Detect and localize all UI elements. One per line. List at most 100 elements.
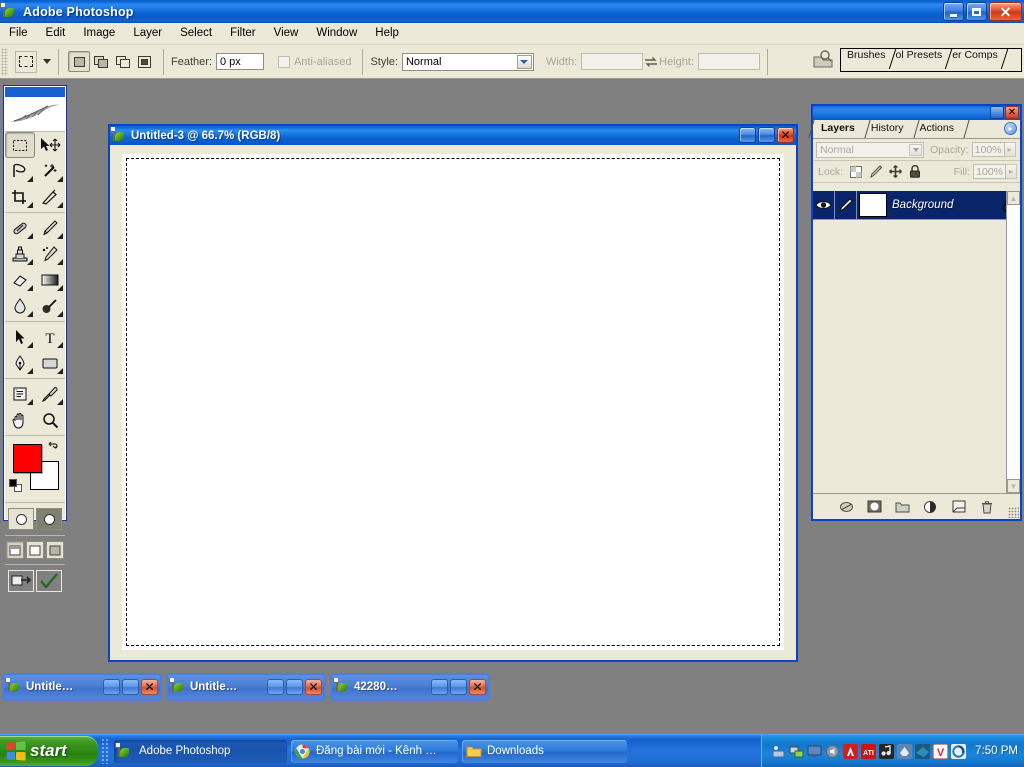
- foreground-color-swatch[interactable]: [13, 444, 42, 473]
- document-close-button[interactable]: ✕: [777, 127, 794, 143]
- menu-filter[interactable]: Filter: [221, 25, 265, 42]
- type-tool[interactable]: T: [35, 324, 65, 350]
- eyedropper-tool[interactable]: [35, 381, 65, 407]
- new-layer-button[interactable]: [950, 498, 967, 515]
- close-button[interactable]: ✕: [989, 2, 1022, 21]
- idm-icon[interactable]: [950, 743, 966, 759]
- feather-input[interactable]: 0 px: [215, 53, 264, 70]
- maximize-button[interactable]: [450, 679, 467, 695]
- new-adjustment-layer-button[interactable]: [922, 498, 939, 515]
- document-minimize-button[interactable]: [739, 127, 756, 143]
- scroll-up-button[interactable]: ▲: [1007, 191, 1020, 205]
- opacity-value[interactable]: 100%: [971, 142, 1005, 157]
- well-tab-layer-comps[interactable]: er Comps: [946, 49, 1002, 71]
- v-app-icon[interactable]: V: [932, 743, 948, 759]
- lock-image-pixels-icon[interactable]: [869, 165, 883, 178]
- add-to-selection-button[interactable]: [90, 51, 112, 72]
- style-select[interactable]: Normal: [401, 52, 534, 71]
- full-screen-mode-button[interactable]: [46, 541, 64, 559]
- toolbox-drag-grip[interactable]: [5, 87, 65, 97]
- palette-resize-grip[interactable]: [1008, 507, 1019, 518]
- hand-tool[interactable]: [5, 407, 35, 433]
- lock-position-icon[interactable]: [889, 165, 903, 178]
- check-button[interactable]: [36, 570, 62, 592]
- rectangle-shape-tool[interactable]: [35, 350, 65, 376]
- taskbar-button-chrome[interactable]: Đăng bài mới - Kênh …: [291, 739, 458, 763]
- full-screen-with-menubar-button[interactable]: [26, 541, 44, 559]
- restore-button[interactable]: [103, 679, 120, 695]
- network-icon[interactable]: [788, 743, 804, 759]
- maximize-button[interactable]: [122, 679, 139, 695]
- media-player-icon[interactable]: [878, 743, 894, 759]
- palette-well[interactable]: Brushes ol Presets er Comps: [840, 48, 1022, 72]
- swap-width-height-icon[interactable]: [643, 54, 659, 70]
- delete-layer-button[interactable]: [978, 498, 995, 515]
- close-button[interactable]: ✕: [305, 679, 322, 695]
- height-input[interactable]: [698, 53, 761, 70]
- tab-actions[interactable]: Actions: [912, 120, 962, 138]
- menu-select[interactable]: Select: [171, 25, 221, 42]
- close-button[interactable]: ✕: [141, 679, 158, 695]
- restore-button[interactable]: [966, 2, 987, 21]
- history-brush-tool[interactable]: [35, 241, 65, 267]
- layer-name[interactable]: Background: [892, 199, 1002, 211]
- avast-antivirus-icon[interactable]: [842, 743, 858, 759]
- fill-stepper[interactable]: ▸: [1006, 164, 1017, 179]
- dodge-tool[interactable]: [35, 293, 65, 319]
- rectangular-marquee-tool[interactable]: [5, 132, 35, 158]
- palette-minimize-button[interactable]: [990, 106, 1004, 119]
- taskbar-clock[interactable]: 7:50 PM: [975, 745, 1018, 757]
- document-maximize-button[interactable]: [758, 127, 775, 143]
- fill-value[interactable]: 100%: [973, 164, 1006, 179]
- minimize-button[interactable]: [943, 2, 964, 21]
- blur-tool[interactable]: [5, 293, 35, 319]
- tab-layers[interactable]: Layers: [813, 120, 863, 138]
- zoom-tool[interactable]: [35, 407, 65, 433]
- path-selection-tool[interactable]: [5, 324, 35, 350]
- volume-icon[interactable]: [824, 743, 840, 759]
- tool-preset-picker[interactable]: [15, 50, 51, 73]
- tab-history[interactable]: History: [863, 120, 912, 138]
- taskbar-button-photoshop[interactable]: Adobe Photoshop: [114, 739, 287, 763]
- pen-tool[interactable]: [5, 350, 35, 376]
- lock-all-icon[interactable]: [909, 165, 921, 178]
- layer-list-scrollbar[interactable]: ▲ ▼: [1006, 191, 1020, 493]
- opacity-stepper[interactable]: ▸: [1004, 142, 1016, 157]
- taskbar-button-downloads[interactable]: Downloads: [462, 739, 627, 763]
- well-tab-tool-presets[interactable]: ol Presets: [890, 49, 947, 71]
- restore-button[interactable]: [431, 679, 448, 695]
- palette-dock-icon[interactable]: [810, 48, 836, 72]
- jump-to-imageready-button[interactable]: [8, 570, 34, 592]
- brush-tool[interactable]: [35, 215, 65, 241]
- menu-view[interactable]: View: [265, 25, 308, 42]
- layer-row-background[interactable]: Background: [813, 191, 1020, 220]
- document-canvas-area[interactable]: [110, 145, 796, 660]
- menu-image[interactable]: Image: [74, 25, 124, 42]
- clone-stamp-tool[interactable]: [5, 241, 35, 267]
- menu-window[interactable]: Window: [307, 25, 366, 42]
- restore-button[interactable]: [267, 679, 284, 695]
- well-tab-brushes[interactable]: Brushes: [841, 49, 890, 71]
- crop-tool[interactable]: [5, 184, 35, 210]
- menu-file[interactable]: File: [0, 25, 37, 42]
- quick-mask-mode-button[interactable]: [36, 508, 62, 530]
- move-tool[interactable]: [35, 132, 65, 158]
- eraser-tool[interactable]: [5, 267, 35, 293]
- blend-mode-select[interactable]: Normal: [816, 141, 924, 158]
- standard-mode-button[interactable]: [8, 508, 34, 530]
- intersect-with-selection-button[interactable]: [134, 51, 156, 72]
- notes-tool[interactable]: [5, 381, 35, 407]
- minimized-document-3[interactable]: 42280… ✕: [330, 673, 490, 701]
- add-layer-mask-button[interactable]: [866, 498, 883, 515]
- lasso-tool[interactable]: [5, 158, 35, 184]
- anti-aliased-checkbox[interactable]: [277, 55, 290, 68]
- close-button[interactable]: ✕: [469, 679, 486, 695]
- menu-edit[interactable]: Edit: [37, 25, 75, 42]
- default-colors-icon[interactable]: [9, 479, 22, 492]
- minimized-document-2[interactable]: Untitle… ✕: [166, 673, 326, 701]
- teamviewer-icon[interactable]: [914, 743, 930, 759]
- layer-list[interactable]: Background: [813, 191, 1020, 493]
- subtract-from-selection-button[interactable]: [112, 51, 134, 72]
- slice-tool[interactable]: [35, 184, 65, 210]
- unikey-icon[interactable]: [896, 743, 912, 759]
